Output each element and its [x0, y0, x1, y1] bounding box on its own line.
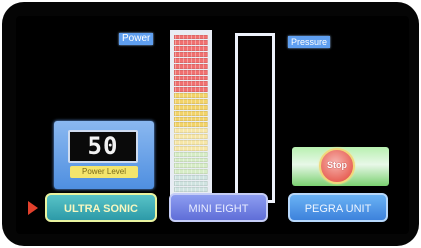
- power-label: Power: [119, 33, 154, 45]
- power-meter-segment: [174, 186, 208, 192]
- power-meter-segment: [174, 128, 208, 134]
- power-meter-segment: [174, 69, 208, 75]
- power-meter-segment: [174, 169, 208, 175]
- power-meter-segment: [174, 57, 208, 63]
- power-level-value: 50: [68, 130, 138, 163]
- power-meter-segment: [174, 93, 208, 98]
- power-meter-segment: [174, 163, 208, 169]
- power-meter-segment: [174, 151, 208, 157]
- stop-button[interactable]: Stop: [292, 147, 389, 186]
- power-meter-segment: [174, 87, 208, 93]
- power-meter-segment: [174, 46, 208, 52]
- power-meter-segment: [174, 116, 208, 122]
- power-meter-segment: [174, 81, 208, 87]
- selected-mode-arrow-icon: [28, 201, 38, 215]
- power-meter: [170, 30, 212, 202]
- power-meter-segment: [174, 180, 208, 186]
- touch-screen: Power Pressure 50 Power Level Stop ULTRA…: [16, 16, 409, 234]
- pressure-meter: [235, 33, 275, 203]
- power-meter-segment: [174, 122, 208, 128]
- device-bezel: Power Pressure 50 Power Level Stop ULTRA…: [2, 2, 419, 246]
- power-level-panel[interactable]: 50 Power Level: [54, 121, 154, 189]
- power-meter-segment: [174, 98, 208, 104]
- stop-label: Stop: [327, 160, 347, 170]
- mode-button-mini-eight[interactable]: MINI EIGHT: [169, 193, 268, 222]
- mode-button-pegra-unit[interactable]: PEGRA UNIT: [288, 193, 388, 222]
- power-meter-segment: [174, 63, 208, 69]
- power-meter-segment: [174, 134, 208, 139]
- power-meter-segment: [174, 104, 208, 110]
- power-meter-segment: [174, 145, 208, 151]
- power-meter-segment: [174, 175, 208, 180]
- power-meter-segment: [174, 52, 208, 57]
- power-meter-segment: [174, 157, 208, 163]
- power-meter-segment: [174, 110, 208, 116]
- power-meter-segment: [174, 75, 208, 81]
- mode-button-ultra-sonic[interactable]: ULTRA SONIC: [45, 193, 157, 222]
- pressure-label: Pressure: [288, 36, 331, 48]
- power-level-label: Power Level: [70, 166, 138, 178]
- power-meter-segment: [174, 34, 208, 40]
- stop-icon: Stop: [319, 148, 355, 184]
- power-meter-segment: [174, 40, 208, 46]
- power-meter-segment: [174, 139, 208, 145]
